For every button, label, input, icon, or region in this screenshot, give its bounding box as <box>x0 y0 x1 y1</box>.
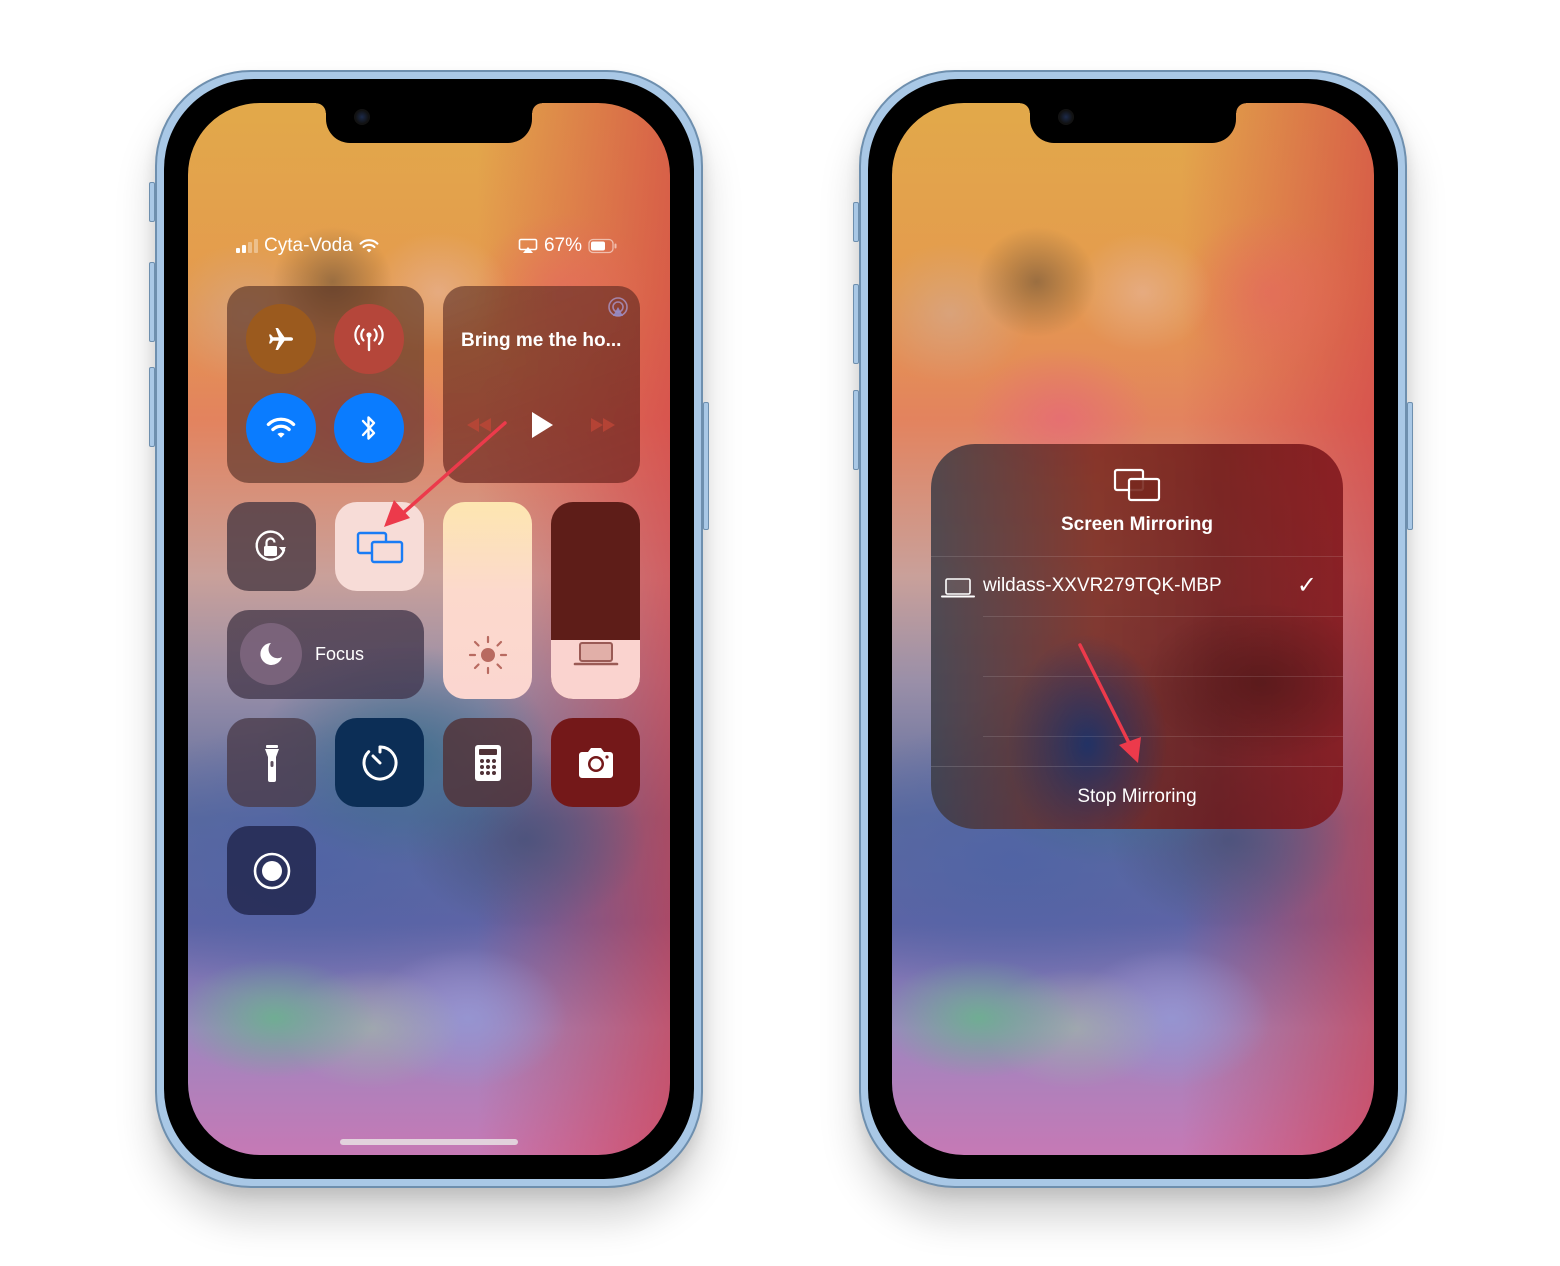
screen-mirroring-icon <box>356 531 403 563</box>
volume-slider[interactable] <box>551 502 640 699</box>
empty-device-row <box>931 617 1343 677</box>
bezel: Screen Mirroring wildass-XXVR279TQK-MBP … <box>868 79 1398 1179</box>
brightness-slider[interactable] <box>443 502 532 699</box>
antenna-icon <box>354 324 384 352</box>
fast-forward-icon[interactable] <box>589 416 617 434</box>
left-phone-frame: Cyta-Voda 67% Bring me the ho... Focus <box>149 70 709 1188</box>
wifi-toggle[interactable] <box>246 393 316 463</box>
orientation-lock-icon <box>254 529 286 561</box>
battery-percent: 67% <box>543 235 582 256</box>
mute-switch <box>853 202 859 242</box>
notch <box>316 103 542 143</box>
focus-tile[interactable]: Focus <box>227 610 424 699</box>
flashlight-button[interactable] <box>227 718 316 807</box>
battery-icon <box>588 238 617 254</box>
focus-icon-circle <box>240 623 302 685</box>
stop-mirroring-button[interactable]: Stop Mirroring <box>931 786 1343 808</box>
timer-button[interactable] <box>335 718 424 807</box>
camera-button[interactable] <box>551 718 640 807</box>
moon-icon <box>260 643 282 665</box>
wifi-icon <box>359 239 379 253</box>
wifi-icon <box>266 417 296 438</box>
home-indicator <box>340 1139 518 1145</box>
calculator-icon <box>474 744 501 781</box>
screen-mirroring-icon <box>1113 468 1161 502</box>
now-playing-module[interactable]: Bring me the ho... <box>443 286 640 483</box>
screen-right: Screen Mirroring wildass-XXVR279TQK-MBP … <box>892 103 1374 1155</box>
laptop-icon <box>941 578 975 598</box>
volume-down-button <box>149 367 155 447</box>
rewind-icon[interactable] <box>465 416 493 434</box>
screen-mirroring-panel: Screen Mirroring wildass-XXVR279TQK-MBP … <box>931 444 1343 829</box>
timer-icon <box>362 745 398 780</box>
bluetooth-icon <box>361 416 376 440</box>
panel-title: Screen Mirroring <box>1060 514 1214 535</box>
volume-down-button <box>853 390 859 470</box>
record-icon <box>253 852 290 889</box>
side-button <box>1407 402 1413 530</box>
right-phone-frame: Screen Mirroring wildass-XXVR279TQK-MBP … <box>853 70 1413 1188</box>
mute-switch <box>149 182 155 222</box>
screen-left: Cyta-Voda 67% Bring me the ho... Focus <box>188 103 670 1155</box>
bezel: Cyta-Voda 67% Bring me the ho... Focus <box>164 79 694 1179</box>
side-button <box>703 402 709 530</box>
front-camera <box>354 109 370 125</box>
carrier-name: Cyta-Voda <box>264 235 353 256</box>
device-name: wildass-XXVR279TQK-MBP <box>983 575 1222 596</box>
bluetooth-toggle[interactable] <box>334 393 404 463</box>
connectivity-module <box>227 286 424 483</box>
status-bar: Cyta-Voda 67% <box>236 235 618 261</box>
device-row[interactable]: wildass-XXVR279TQK-MBP ✓ <box>931 557 1343 617</box>
divider <box>931 766 1343 767</box>
flashlight-icon <box>264 744 279 782</box>
screen-recording-button[interactable] <box>227 826 316 915</box>
volume-up-button <box>853 284 859 364</box>
orientation-lock-toggle[interactable] <box>227 502 316 591</box>
calculator-button[interactable] <box>443 718 532 807</box>
play-icon[interactable] <box>529 410 555 440</box>
now-playing-title: Bring me the ho... <box>461 330 622 351</box>
volume-up-button <box>149 262 155 342</box>
laptop-output-icon <box>573 642 619 666</box>
empty-device-row <box>931 677 1343 737</box>
airplay-audio-icon[interactable] <box>606 296 630 320</box>
screen-mirroring-status-icon <box>518 238 538 253</box>
divider <box>983 736 1343 737</box>
airplane-icon <box>269 328 293 350</box>
checkmark-icon: ✓ <box>1296 572 1317 599</box>
signal-icon <box>236 239 258 253</box>
notch <box>1020 103 1246 143</box>
camera-icon <box>578 747 613 778</box>
front-camera <box>1058 109 1074 125</box>
focus-label: Focus <box>315 644 365 664</box>
cellular-data-toggle[interactable] <box>334 304 404 374</box>
airplane-mode-toggle[interactable] <box>246 304 316 374</box>
sun-icon <box>468 635 508 675</box>
screen-mirroring-tile[interactable] <box>335 502 424 591</box>
